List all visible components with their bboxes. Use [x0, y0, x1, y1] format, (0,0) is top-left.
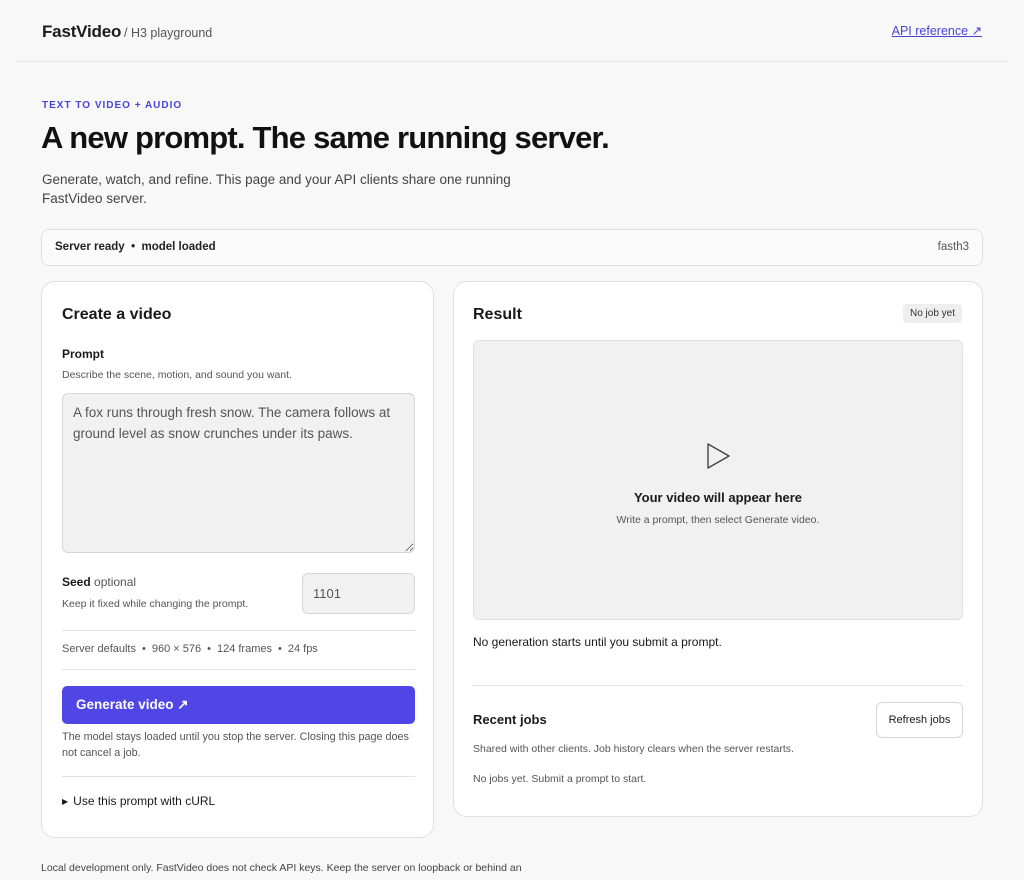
- divider: [62, 630, 415, 631]
- divider: [62, 669, 415, 670]
- divider: [473, 685, 963, 686]
- seed-input[interactable]: [302, 573, 415, 614]
- eyebrow-label: TEXT TO VIDEO + AUDIO: [42, 100, 183, 111]
- server-status-bar: Server ready • model loaded fasth3: [41, 229, 983, 266]
- result-card: Result No job yet Your video will appear…: [453, 281, 983, 817]
- play-icon: [707, 443, 730, 469]
- seed-optional-text: optional: [94, 575, 137, 589]
- preview-subtitle: Write a prompt, then select Generate vid…: [616, 514, 820, 526]
- recent-jobs-hint: Shared with other clients. Job history c…: [473, 743, 794, 755]
- server-defaults: Server defaults • 960 × 576 • 124 frames • 24 …: [62, 643, 318, 655]
- seed-label-text: Seed: [62, 575, 91, 589]
- refresh-jobs-button[interactable]: Refresh jobs: [876, 702, 963, 738]
- seed-hint: Keep it fixed while changing the prompt.: [62, 598, 249, 610]
- recent-jobs-empty: No jobs yet. Submit a prompt to start.: [473, 773, 647, 785]
- video-preview: Your video will appear here Write a prom…: [473, 340, 963, 620]
- model-id: fasth3: [937, 241, 969, 253]
- recent-jobs-title: Recent jobs: [473, 712, 547, 727]
- api-reference-link[interactable]: API reference ↗: [892, 23, 982, 38]
- top-bar: FastVideo / H3 playground API reference …: [16, 0, 1008, 62]
- prompt-input[interactable]: A fox runs through fresh snow. The camer…: [62, 393, 415, 553]
- brand-name: FastVideo: [42, 22, 122, 41]
- defaults-fps: 24 fps: [287, 643, 318, 655]
- create-video-card: Create a video Prompt Describe the scene…: [41, 281, 434, 838]
- generate-video-button[interactable]: Generate video ↗: [62, 686, 415, 724]
- create-card-title: Create a video: [62, 306, 172, 323]
- page-description: Generate, watch, and refine. This page a…: [42, 172, 511, 206]
- curl-disclosure[interactable]: ▶ Use this prompt with cURL: [62, 794, 215, 808]
- defaults-frames: 124 frames: [216, 643, 272, 655]
- seed-label: Seed optional: [62, 575, 136, 589]
- server-status-text: Server ready • model loaded: [55, 241, 216, 253]
- defaults-label: Server defaults: [62, 643, 136, 655]
- generate-note: The model stays loaded until you stop th…: [62, 731, 409, 759]
- prompt-label: Prompt: [62, 347, 104, 361]
- breadcrumb: / H3 playground: [124, 26, 213, 40]
- result-card-title: Result: [473, 306, 522, 323]
- job-status-badge: No job yet: [902, 304, 962, 323]
- defaults-resolution: 960 × 576: [151, 643, 202, 655]
- page-title: A new prompt. The same running server.: [41, 120, 610, 155]
- no-generation-note: No generation starts until you submit a …: [473, 635, 722, 649]
- preview-title: Your video will appear here: [633, 490, 803, 505]
- footer-note: Local development only. FastVideo does n…: [41, 862, 522, 874]
- prompt-hint: Describe the scene, motion, and sound yo…: [62, 369, 292, 381]
- curl-label: Use this prompt with cURL: [73, 794, 216, 808]
- disclosure-triangle-icon: ▶: [62, 797, 69, 806]
- divider: [62, 776, 415, 777]
